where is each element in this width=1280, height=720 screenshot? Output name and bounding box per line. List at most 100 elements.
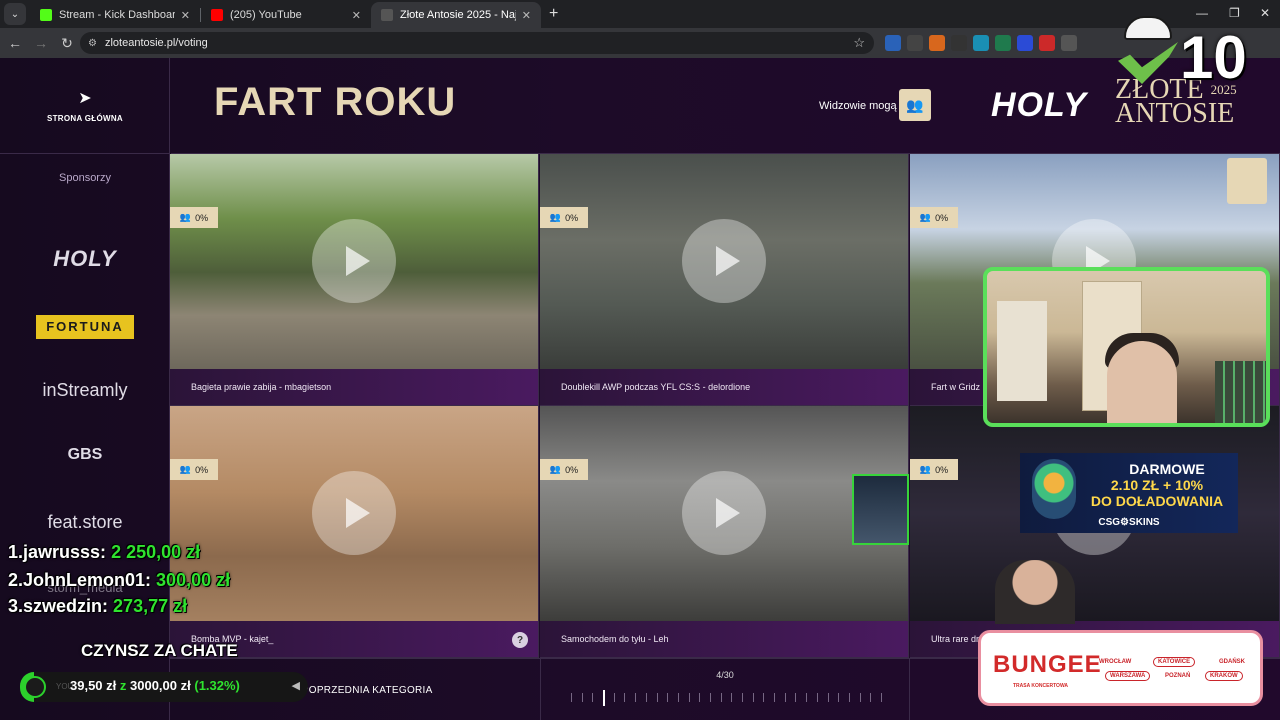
donor-row: 2.JohnLemon01: 300,00 zł: [8, 570, 231, 590]
page-tick[interactable]: [667, 693, 669, 702]
current-page-tick[interactable]: [603, 690, 606, 706]
tab-close-icon[interactable]: ✕: [522, 9, 531, 22]
goal-icon: [24, 676, 46, 698]
forward-icon[interactable]: →: [30, 35, 52, 51]
page-tick[interactable]: [774, 693, 776, 702]
sponsor-instreamly-logo[interactable]: inStreamly: [0, 380, 170, 401]
sponsor-gbs-logo[interactable]: GBS: [0, 446, 170, 464]
nominee-card[interactable]: 👥 0% Doublekill AWP podczas YFL CS:S - de…: [540, 154, 909, 406]
site-info-icon[interactable]: ⚙: [88, 38, 97, 49]
page-tick[interactable]: [816, 693, 818, 702]
page-tick[interactable]: [581, 693, 583, 702]
page-tick[interactable]: [731, 693, 733, 702]
extensions-row: [885, 35, 1077, 51]
page-tick[interactable]: [613, 693, 615, 702]
streamer-webcam-overlay: [983, 267, 1270, 427]
page-tick[interactable]: [720, 693, 722, 702]
category-header: FART ROKU Widzowie mogą 👥 HOLY ZŁOTE 202…: [171, 58, 1280, 154]
donation-goal-title: CZYNSZ ZA CHATE: [81, 641, 238, 660]
nominee-title: Samochodem do tyłu - Leh: [561, 634, 669, 644]
tab-youtube[interactable]: (205) YouTube ✕: [201, 2, 371, 28]
page-tick[interactable]: [624, 693, 626, 702]
page-tick[interactable]: [656, 693, 658, 702]
nominee-card[interactable]: 👥 0% Bagieta prawie zabija - mbagietson: [170, 154, 539, 406]
home-link[interactable]: ➤ STRONA GŁÓWNA: [0, 58, 170, 154]
tab-search-button[interactable]: ⌄: [4, 3, 26, 25]
nominee-title: Ultra rare dr: [931, 634, 980, 644]
viewers-group-button[interactable]: 👥: [899, 89, 931, 121]
guest-facecam: [995, 560, 1075, 624]
mascot-icon: [1032, 459, 1076, 519]
donation-goal-bar: YOU 39,50 zł z 3000,00 zł (1.32%) ◀: [20, 672, 308, 702]
users-icon: 👥: [549, 464, 562, 474]
page-tick[interactable]: [881, 693, 882, 702]
play-icon[interactable]: [312, 471, 396, 555]
extension-icon[interactable]: [973, 35, 989, 51]
overlay-counter: 10: [1180, 24, 1247, 91]
address-bar[interactable]: ⚙ zloteantosie.pl/voting ☆: [80, 32, 874, 54]
youtube-favicon-icon: [211, 9, 223, 21]
help-icon[interactable]: ?: [512, 632, 528, 648]
extension-icon[interactable]: [995, 35, 1011, 51]
back-icon[interactable]: ←: [4, 35, 26, 51]
vote-percent-badge: 👥 0%: [170, 459, 218, 480]
viewers-can-vote-label: Widzowie mogą: [819, 100, 897, 112]
new-tab-icon[interactable]: +: [549, 5, 558, 23]
extension-icon[interactable]: [907, 35, 923, 51]
sponsor-holy-logo[interactable]: HOLY: [0, 246, 170, 272]
bookmark-star-icon[interactable]: ☆: [853, 35, 865, 51]
page-tick[interactable]: [699, 693, 701, 702]
tab-close-icon[interactable]: ✕: [352, 9, 361, 22]
play-icon[interactable]: [682, 471, 766, 555]
page-tick[interactable]: [795, 693, 797, 702]
browser-toolbar: ← → ↻ ⚙ zloteantosie.pl/voting ☆: [0, 28, 1280, 58]
page-tick[interactable]: [688, 693, 690, 702]
page-tick[interactable]: [592, 693, 594, 702]
tab-close-icon[interactable]: ✕: [181, 9, 190, 22]
nominee-title: Fart w Gridz: [931, 382, 981, 392]
sponsor-fortuna-logo[interactable]: FORTUNA: [36, 315, 134, 339]
users-icon: 👥: [549, 212, 562, 222]
extension-icon[interactable]: [1061, 35, 1077, 51]
tab-kick-dashboard[interactable]: Stream - Kick Dashboard ✕: [30, 2, 200, 28]
nominee-card[interactable]: 👥 0% Bomba MVP - kajet_: [170, 406, 539, 658]
users-icon: 👥: [906, 96, 924, 113]
page-tick[interactable]: [838, 693, 840, 702]
minimize-icon[interactable]: —: [1196, 6, 1208, 20]
page-tick[interactable]: [742, 693, 744, 702]
page-tick[interactable]: [827, 693, 829, 702]
tab-zlote-antosie[interactable]: Złote Antosie 2025 - Największ ✕: [371, 2, 541, 28]
extension-icon[interactable]: [951, 35, 967, 51]
extension-icon[interactable]: [929, 35, 945, 51]
page-tick[interactable]: [848, 693, 850, 702]
reload-icon[interactable]: ↻: [56, 35, 78, 52]
page-tick[interactable]: [571, 693, 572, 702]
page-tick[interactable]: [677, 693, 679, 702]
page-tick[interactable]: [870, 693, 872, 702]
window-close-icon[interactable]: ✕: [1260, 6, 1270, 20]
sidebar: ➤ STRONA GŁÓWNA Sponsorzy HOLY FORTUNA i…: [0, 58, 170, 720]
sponsor-featstore-logo[interactable]: feat.store: [0, 512, 170, 533]
restore-icon[interactable]: ❐: [1229, 6, 1240, 20]
vote-percent-badge: 👥 0%: [170, 207, 218, 228]
page-tick[interactable]: [635, 693, 637, 702]
users-icon: 👥: [919, 212, 932, 222]
play-icon[interactable]: [312, 219, 396, 303]
nominee-title: Doublekill AWP podczas YFL CS:S - delord…: [561, 382, 751, 392]
channel-logo-icon: [1118, 16, 1182, 86]
page-tick[interactable]: [859, 693, 861, 702]
page-tick[interactable]: [709, 693, 711, 702]
page-tick[interactable]: [806, 693, 808, 702]
extension-icon[interactable]: [885, 35, 901, 51]
page-tick[interactable]: [752, 693, 754, 702]
sponsors-heading: Sponsorzy: [59, 172, 111, 184]
play-icon[interactable]: [682, 219, 766, 303]
page-counter: 4/30: [716, 670, 734, 680]
extension-icon[interactable]: [1039, 35, 1055, 51]
page-tick[interactable]: [645, 693, 647, 702]
page-tick[interactable]: [763, 693, 765, 702]
vote-percent-badge: 👥 0%: [910, 459, 958, 480]
extension-icon[interactable]: [1017, 35, 1033, 51]
page-ticks[interactable]: [571, 690, 882, 706]
page-tick[interactable]: [784, 693, 786, 702]
